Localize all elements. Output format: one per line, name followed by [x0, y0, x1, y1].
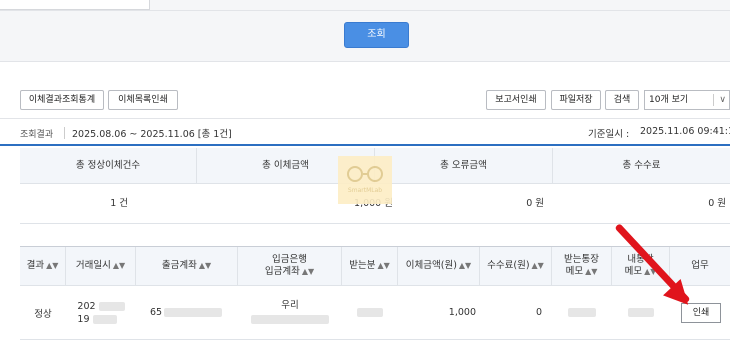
page-size-select[interactable]: 10개 보기 ∨	[644, 90, 730, 110]
col-out-account-label: 출금계좌	[161, 260, 197, 271]
cell-recv-memo	[552, 286, 612, 339]
query-condition-row: 조회결과 2025.08.06 ~ 2025.11.06 [총 1건] 기준일시…	[0, 118, 730, 146]
summary-count-value: 1 건	[110, 198, 128, 209]
summary-fee-value: 0 원	[708, 198, 726, 209]
sort-icon: ▲▼	[458, 261, 472, 270]
save-file-button[interactable]: 파일저장	[551, 90, 601, 110]
cell-in-bank: 우리	[281, 299, 299, 311]
summary-header-error: 총 오류금액	[375, 148, 553, 183]
cell-amount: 1,000	[448, 307, 476, 318]
cell-out-account-prefix: 65	[150, 307, 163, 318]
col-fee-label: 수수료(원)	[487, 260, 530, 271]
col-amount-label: 이체금액(원)	[405, 260, 457, 271]
condition-range: 2025.08.06 ~ 2025.11.06 [총 1건]	[72, 129, 232, 140]
col-in-bank-label: 입금은행	[272, 254, 307, 265]
col-recipient-label: 받는분	[349, 260, 376, 271]
cell-fee: 0	[535, 307, 542, 318]
col-result[interactable]: 결과 ▲▼	[20, 247, 66, 285]
base-time-value: 2025.11.06 09:41:13	[640, 126, 730, 137]
condition-label: 조회결과	[20, 130, 54, 140]
select-divider	[713, 94, 714, 106]
watermark-text: SmartMLab	[347, 187, 383, 194]
col-recv-memo[interactable]: 받는통장 메모 ▲▼	[552, 247, 612, 285]
col-trade-date-label: 거래일시	[75, 260, 111, 271]
summary-header-count: 총 정상이체건수	[20, 148, 197, 183]
condition-divider	[64, 127, 65, 139]
table-row: 정상 202 19 65 우리 1,000 0	[20, 286, 730, 340]
page-size-value: 10개 보기	[649, 95, 689, 105]
sort-icon: ▲▼	[531, 261, 544, 270]
masked-value	[568, 308, 596, 317]
sort-icon: ▲▼	[46, 261, 59, 270]
search-field-box[interactable]	[0, 0, 150, 10]
col-in-bank-account[interactable]: 입금은행 입금계좌 ▲▼	[238, 247, 342, 285]
check-button[interactable]: 검색	[605, 90, 639, 110]
search-button[interactable]: 조회	[344, 22, 409, 48]
summary-error-value: 0 원	[526, 198, 544, 209]
masked-value	[628, 308, 654, 317]
summary-header-fee: 총 수수료	[622, 160, 661, 171]
col-recv-memo-line1: 받는통장	[564, 254, 599, 265]
col-trade-date[interactable]: 거래일시 ▲▼	[66, 247, 136, 285]
chevron-down-icon: ∨	[719, 95, 726, 105]
sort-icon: ▲▼	[377, 261, 390, 270]
cell-in-bank-account: 우리	[238, 286, 342, 339]
sort-icon: ▲▼	[301, 267, 315, 276]
sort-icon: ▲▼	[112, 261, 126, 270]
glasses-left-lens	[347, 166, 363, 182]
cell-trade-date: 202 19	[66, 286, 136, 339]
masked-value	[98, 301, 125, 311]
cell-date-part1: 202	[77, 300, 96, 312]
col-task-label: 업무	[691, 260, 709, 271]
watermark-logo: SmartMLab	[338, 156, 392, 204]
cell-my-memo	[612, 286, 670, 339]
cell-result: 정상	[34, 308, 52, 320]
cell-date-part2: 19	[77, 313, 90, 325]
cell-recipient	[342, 286, 398, 339]
masked-value	[357, 308, 383, 317]
glasses-right-lens	[367, 166, 383, 182]
transfer-stats-button[interactable]: 이체결과조회통계	[20, 90, 104, 110]
base-time-label: 기준일시 :	[588, 129, 630, 140]
search-panel: 조회	[0, 0, 730, 62]
masked-value	[251, 314, 329, 324]
panel-divider	[0, 10, 730, 11]
report-print-button[interactable]: 보고서인쇄	[486, 90, 546, 110]
col-my-memo-line2: 메모	[624, 266, 643, 277]
col-result-label: 결과	[26, 260, 45, 271]
sort-icon: ▲▼	[198, 261, 212, 270]
col-recv-memo-line2: 메모	[565, 266, 584, 277]
print-button[interactable]: 인쇄	[681, 303, 721, 323]
col-in-account-label: 입금계좌	[264, 266, 300, 277]
detail-table-header: 결과 ▲▼ 거래일시 ▲▼ 출금계좌 ▲▼ 입금은행 입금계좌 ▲▼ 받는분 ▲▼ 이체금…	[20, 246, 730, 286]
col-amount[interactable]: 이체금액(원) ▲▼	[398, 247, 480, 285]
cell-out-account: 65	[136, 286, 238, 339]
sort-icon: ▲▼	[585, 267, 598, 276]
masked-value	[164, 308, 223, 317]
col-recipient[interactable]: 받는분 ▲▼	[342, 247, 398, 285]
transfer-list-print-button[interactable]: 이체목록인쇄	[108, 90, 178, 110]
col-fee[interactable]: 수수료(원) ▲▼	[480, 247, 552, 285]
col-out-account[interactable]: 출금계좌 ▲▼	[136, 247, 238, 285]
masked-value	[92, 314, 117, 324]
